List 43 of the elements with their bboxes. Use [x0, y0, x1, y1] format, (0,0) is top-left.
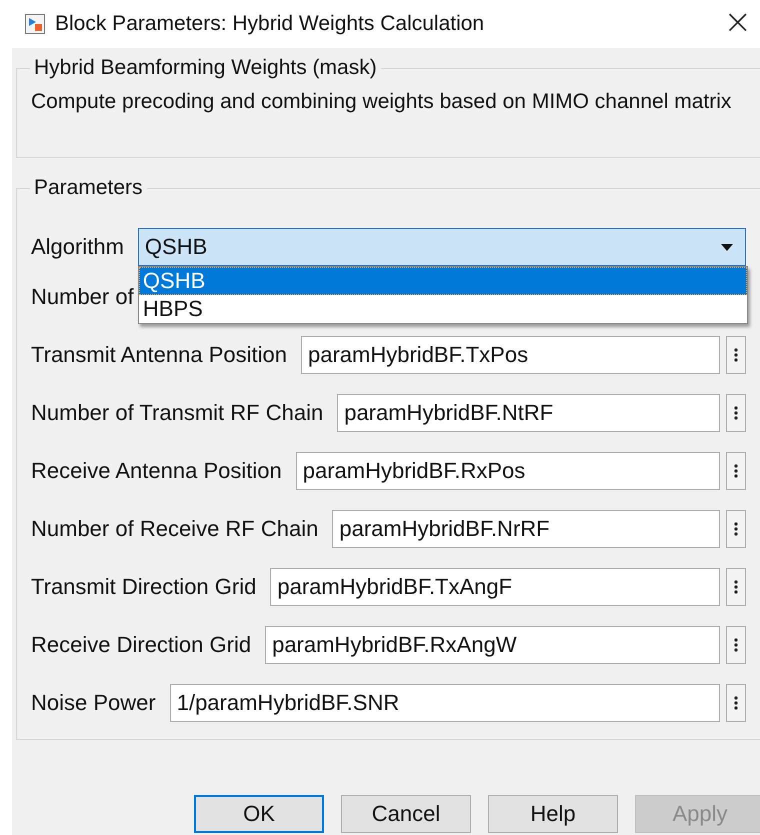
field-label: Number of [31, 284, 134, 310]
more-icon [734, 347, 738, 363]
more-icon [734, 405, 738, 421]
group-title: Hybrid Beamforming Weights (mask) [33, 56, 378, 80]
dialog-button[interactable]: Help [488, 795, 618, 833]
group-title: Parameters [33, 176, 144, 200]
close-button[interactable]: × [716, 5, 760, 43]
dropdown-option[interactable]: HBPS [138, 295, 747, 323]
more-options-button[interactable] [726, 626, 746, 664]
dropdown-option[interactable]: QSHB [138, 267, 747, 295]
caret-icon [721, 244, 733, 250]
more-options-button[interactable] [726, 336, 746, 374]
input-field[interactable]: paramHybridBF.NtRF [337, 394, 720, 432]
input-field[interactable]: paramHybridBF.TxPos [301, 336, 720, 374]
input-field[interactable]: paramHybridBF.TxAngF [270, 568, 720, 606]
more-options-button[interactable] [726, 568, 746, 606]
dialog-button[interactable]: Cancel [341, 795, 471, 833]
more-icon [734, 637, 738, 653]
more-icon [734, 521, 738, 537]
description-text: Compute precoding and combining weights based on MIMO channel matrix [31, 89, 732, 115]
more-icon [734, 463, 738, 479]
input-field[interactable]: 1/paramHybridBF.SNR [170, 684, 720, 722]
more-options-button[interactable] [726, 394, 746, 432]
app-icon [25, 14, 45, 34]
window-title: Block Parameters: Hybrid Weights Calculation [55, 12, 484, 36]
more-options-button[interactable] [726, 510, 746, 548]
more-icon [734, 695, 738, 711]
more-icon [734, 579, 738, 595]
input-field[interactable]: paramHybridBF.NrRF [332, 510, 720, 548]
field-label: Number of Transmit RF Chain [31, 400, 324, 426]
input-field[interactable]: paramHybridBF.RxAngW [265, 626, 720, 664]
more-options-button[interactable] [726, 684, 746, 722]
input-field[interactable]: paramHybridBF.RxPos [296, 452, 720, 490]
field-label: Receive Direction Grid [31, 632, 252, 658]
more-options-button[interactable] [726, 452, 746, 490]
field-label: Noise Power [31, 690, 156, 716]
field-label: Algorithm [31, 234, 124, 260]
field-label: Receive Antenna Position [31, 458, 282, 484]
algorithm-dropdown[interactable]: QSHB [138, 228, 746, 266]
field-label: Transmit Antenna Position [31, 342, 287, 368]
field-label: Number of Receive RF Chain [31, 516, 318, 542]
dialog-button[interactable]: OK [194, 795, 324, 833]
field-label: Transmit Direction Grid [31, 574, 256, 600]
